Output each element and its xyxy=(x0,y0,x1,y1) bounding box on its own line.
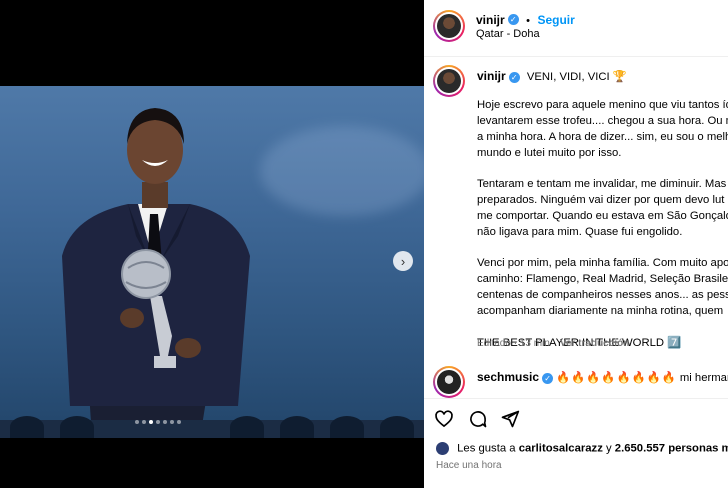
caption-line: a minha hora. A hora de dizer... sim, eu… xyxy=(477,131,728,143)
post-sidebar: vinijr ✓ • Seguir Qatar - Doha vinijr ✓ VE… xyxy=(424,0,728,488)
carousel-dot xyxy=(177,420,181,424)
caption-line: me comportar. Quando eu estava em São Go… xyxy=(477,210,728,223)
liker-username[interactable]: carlitosalcarazz xyxy=(519,442,603,454)
verified-badge-icon: ✓ xyxy=(542,372,554,384)
edited-timestamp: Editado · 13 min xyxy=(477,338,550,349)
carousel-dot xyxy=(149,420,153,424)
post-location[interactable]: Qatar - Doha xyxy=(476,28,540,40)
caption-line: caminho: Flamengo, Real Madrid, Seleção … xyxy=(477,273,728,286)
translate-link[interactable]: Ver traducción xyxy=(560,338,629,349)
comment-text: mi herman xyxy=(679,372,728,384)
comment-row: sechmusic ✓ 🔥🔥🔥🔥🔥🔥🔥🔥 mi herman xyxy=(477,370,728,384)
caption-headline: VENI, VIDI, VICI xyxy=(526,71,610,83)
commenter-avatar[interactable] xyxy=(433,366,465,398)
caption-line: acompanham diariamente na minha rotina, … xyxy=(477,305,724,318)
caption-headline-row: vinijr ✓ VENI, VIDI, VICI 🏆 xyxy=(477,69,627,83)
verified-badge-icon: ✓ xyxy=(507,14,519,26)
post-photo[interactable] xyxy=(0,86,424,438)
caption-line: preparados. Ninguém vai dizer por quem d… xyxy=(477,194,725,207)
carousel-dot xyxy=(170,420,174,424)
author-username[interactable]: vinijr xyxy=(476,13,505,27)
caption-username[interactable]: vinijr xyxy=(477,69,506,83)
caption-line: Venci por mim, pela minha família. Com m… xyxy=(477,257,728,270)
separator-dot: • xyxy=(526,15,530,27)
carousel-dot xyxy=(135,420,139,424)
commenter-username[interactable]: sechmusic xyxy=(477,370,539,384)
player-holding-trophy xyxy=(62,108,250,438)
header-user-row: vinijr ✓ • Seguir xyxy=(476,11,575,29)
likes-count[interactable]: 2.650.557 personas más xyxy=(615,442,728,454)
carousel-dot xyxy=(142,420,146,424)
heart-icon[interactable] xyxy=(434,409,454,429)
caption-meta: Editado · 13 min Ver traducción xyxy=(477,338,629,349)
caption-line: centenas de companheiros nesses anos... … xyxy=(477,289,728,302)
chevron-right-icon: › xyxy=(400,253,406,269)
post-actions-bar xyxy=(424,398,728,439)
likes-prefix: Les gusta a xyxy=(457,442,516,455)
share-icon[interactable] xyxy=(500,409,520,429)
caption-line: levantarem esse trofeu.... chegou a sua … xyxy=(477,115,728,127)
liker-avatar[interactable] xyxy=(436,442,449,455)
carousel-dot xyxy=(156,420,160,424)
post-media-pane: › xyxy=(0,0,424,488)
carousel-indicator xyxy=(135,420,181,424)
carousel-next-button[interactable]: › xyxy=(393,251,413,271)
post-header: vinijr ✓ • Seguir Qatar - Doha xyxy=(424,0,728,57)
comment-icon[interactable] xyxy=(468,409,488,429)
likes-connector: y xyxy=(606,442,612,455)
verified-badge-icon: ✓ xyxy=(508,71,520,83)
caption-body: Hoje escrevo para aquele menino que viu … xyxy=(477,97,728,351)
caption-line: Hoje escrevo para aquele menino que viu … xyxy=(477,99,728,111)
author-avatar[interactable] xyxy=(433,10,465,42)
crowd-silhouette xyxy=(0,416,424,438)
follow-button[interactable]: Seguir xyxy=(537,13,574,27)
caption-line: Tentaram e tentam me invalidar, me dimin… xyxy=(477,178,727,191)
caption-line: mundo e lutei muito por isso. xyxy=(477,147,622,159)
carousel-dot xyxy=(163,420,167,424)
trophy-emoji: 🏆 xyxy=(612,71,627,83)
fire-emojis: 🔥🔥🔥🔥🔥🔥🔥🔥 xyxy=(556,372,677,384)
caption-line: não ligava para mim. Quase fui engolido. xyxy=(477,226,683,239)
likes-row: Les gusta a carlitosalcarazz y 2.650.557… xyxy=(436,442,728,455)
caption-author-avatar[interactable] xyxy=(433,65,465,97)
post-time[interactable]: Hace una hora xyxy=(436,460,502,471)
